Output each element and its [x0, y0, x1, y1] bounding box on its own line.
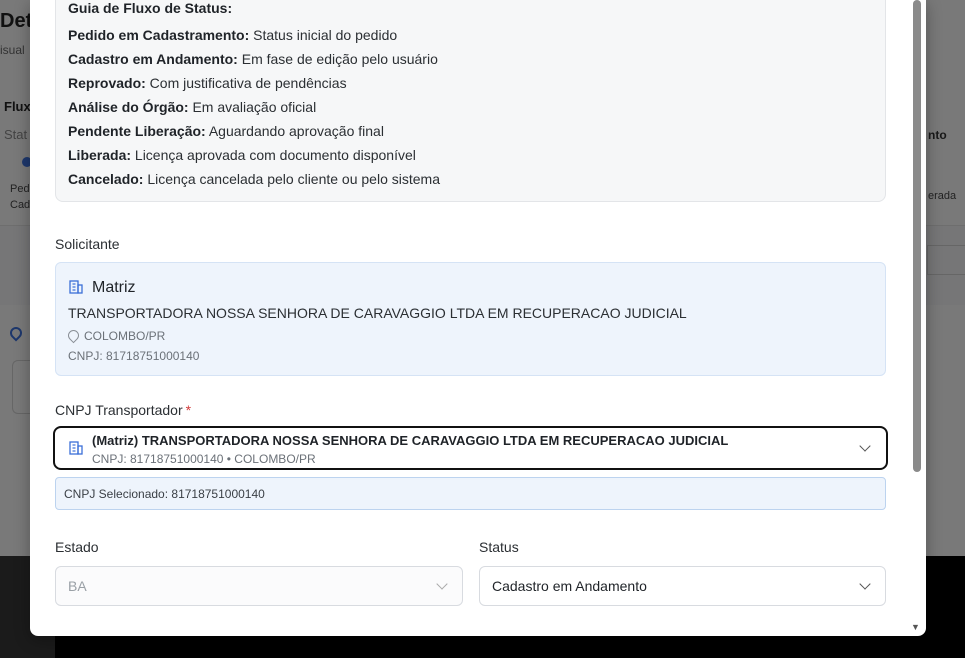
- guide-item-name: Pedido em Cadastramento:: [68, 27, 250, 43]
- status-label: Status: [479, 539, 519, 555]
- guide-item-name: Análise do Órgão:: [68, 99, 189, 115]
- solicitante-label: Solicitante: [55, 236, 120, 252]
- scrollbar-thumb[interactable]: [913, 0, 921, 472]
- status-value: Cadastro em Andamento: [492, 578, 647, 594]
- guide-item-desc: Licença aprovada com documento disponíve…: [131, 147, 416, 163]
- guide-item-desc: Com justificativa de pendências: [145, 75, 347, 91]
- guide-item-name: Cadastro em Andamento:: [68, 51, 238, 67]
- guide-item-desc: Licença cancelada pelo cliente ou pelo s…: [143, 171, 440, 187]
- building-icon: [69, 280, 83, 294]
- guide-item-name: Pendente Liberação:: [68, 123, 206, 139]
- guide-item-desc: Aguardando aprovação final: [205, 123, 384, 139]
- guide-item: Análise do Órgão: Em avaliação oficial: [68, 99, 316, 115]
- scroll-down-arrow-icon[interactable]: ▼: [911, 622, 920, 632]
- guide-item: Liberada: Licença aprovada com documento…: [68, 147, 416, 163]
- estado-label: Estado: [55, 539, 99, 555]
- guide-item: Pendente Liberação: Aguardando aprovação…: [68, 123, 384, 139]
- guide-item-desc: Status inicial do pedido: [249, 27, 398, 43]
- guide-item-name: Liberada:: [68, 147, 132, 163]
- guide-item: Cancelado: Licença cancelada pelo client…: [68, 171, 440, 187]
- transportador-label-text: CNPJ Transportador: [55, 402, 183, 418]
- guide-item: Cadastro em Andamento: Em fase de edição…: [68, 51, 438, 67]
- transportador-selected-title: (Matriz) TRANSPORTADORA NOSSA SENHORA DE…: [92, 433, 729, 448]
- guide-item: Reprovado: Com justificativa de pendênci…: [68, 75, 347, 91]
- status-guide-title: Guia de Fluxo de Status:: [68, 0, 233, 16]
- guide-item-desc: Em fase de edição pelo usuário: [237, 51, 438, 67]
- solicitante-cnpj: CNPJ: 81718751000140: [68, 349, 200, 363]
- guide-item-name: Reprovado:: [68, 75, 146, 91]
- transportador-label: CNPJ Transportador *: [55, 402, 191, 418]
- guide-item-name: Cancelado:: [68, 171, 144, 187]
- building-icon: [69, 441, 83, 455]
- selected-cnpj-text: CNPJ Selecionado: 81718751000140: [64, 487, 265, 501]
- required-mark: *: [185, 402, 192, 418]
- estado-value: BA: [68, 578, 87, 594]
- solicitante-location: COLOMBO/PR: [84, 329, 166, 343]
- estado-select[interactable]: [55, 566, 463, 606]
- guide-item-desc: Em avaliação oficial: [188, 99, 317, 115]
- solicitante-company: TRANSPORTADORA NOSSA SENHORA DE CARAVAGG…: [68, 305, 687, 321]
- solicitante-type: Matriz: [92, 279, 136, 296]
- transportador-selected-sub: CNPJ: 81718751000140 • COLOMBO/PR: [92, 452, 316, 466]
- guide-item: Pedido em Cadastramento: Status inicial …: [68, 27, 397, 43]
